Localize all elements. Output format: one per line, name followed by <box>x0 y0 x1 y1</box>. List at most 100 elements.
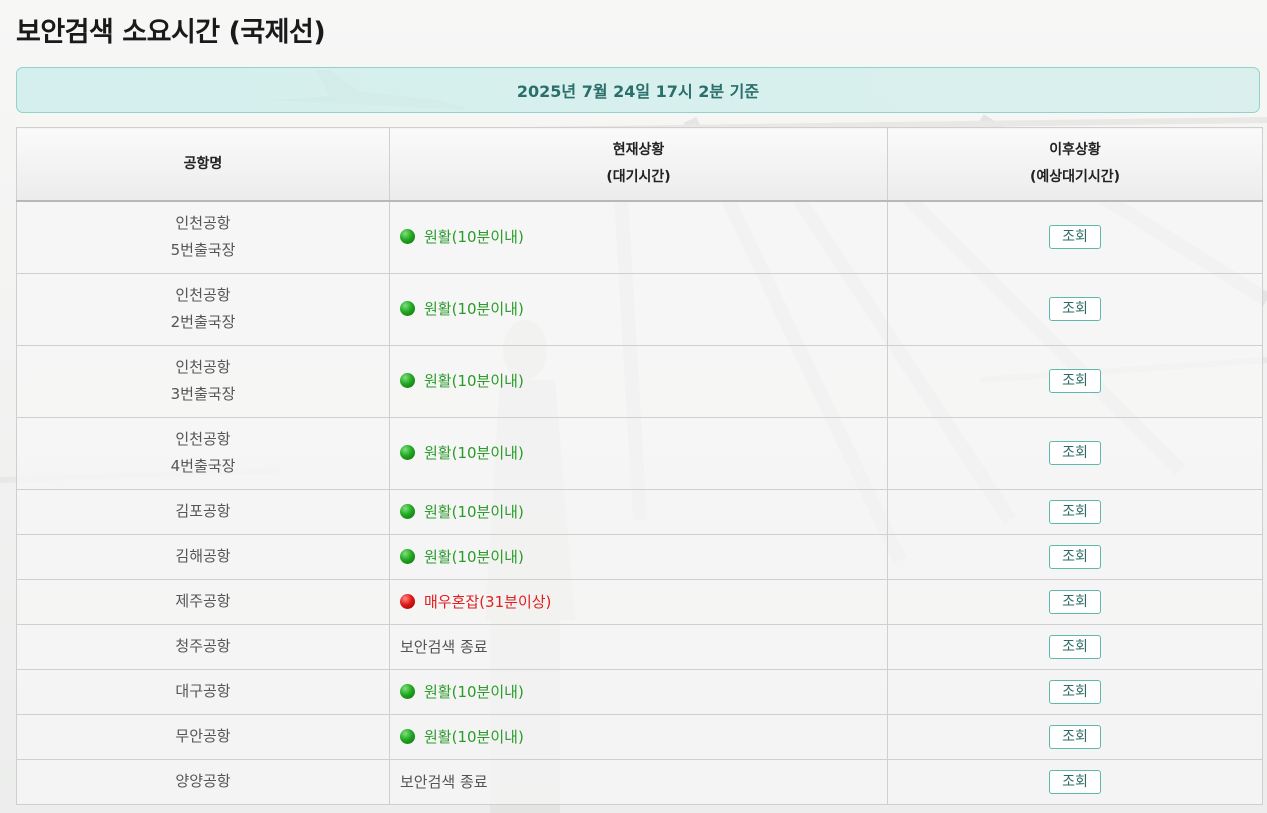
table-header-row: 공항명 현재상황 (대기시간) 이후상황 (예상대기시간) <box>16 127 1263 202</box>
status-text: 원활(10분이내) <box>424 682 524 701</box>
lookup-button[interactable]: 조회 <box>1049 544 1101 569</box>
forecast-cell: 조회 <box>887 533 1263 580</box>
current-status-cell: 원활(10분이내) <box>389 272 888 346</box>
status-text: 원활(10분이내) <box>424 228 524 247</box>
airport-name: 인천공항 <box>175 214 231 233</box>
table-row: 인천공항 3번출국장 원활(10분이내) 조회 <box>16 344 1263 418</box>
table-row: 인천공항 2번출국장 원활(10분이내) 조회 <box>16 272 1263 346</box>
green-status-dot-icon <box>400 229 415 245</box>
airport-name-cell: 무안공항 <box>16 713 390 760</box>
forecast-cell: 조회 <box>887 758 1263 805</box>
forecast-cell: 조회 <box>887 668 1263 715</box>
forecast-cell: 조회 <box>887 713 1263 760</box>
current-status-cell: 원활(10분이내) <box>389 416 888 490</box>
status-text: 원활(10분이내) <box>424 547 524 566</box>
green-status-dot-icon <box>400 728 415 744</box>
current-status-cell: 원활(10분이내) <box>389 488 888 535</box>
airport-name: 양양공항 <box>175 772 231 790</box>
airport-name: 제주공항 <box>175 592 231 610</box>
status-text: 매우혼잡(31분이상) <box>424 592 552 611</box>
airport-name: 무안공항 <box>175 727 231 745</box>
status-text: 원활(10분이내) <box>424 502 524 521</box>
airport-name: 청주공항 <box>175 637 231 655</box>
green-status-dot-icon <box>400 548 415 564</box>
airport-name-cell: 인천공항 4번출국장 <box>16 416 390 490</box>
lookup-button[interactable]: 조회 <box>1049 724 1101 749</box>
forecast-cell: 조회 <box>887 623 1263 670</box>
airport-name: 김포공항 <box>175 502 231 520</box>
security-wait-table: 공항명 현재상황 (대기시간) 이후상황 (예상대기시간) 인천공항 5번출국장… <box>16 127 1263 805</box>
status-text: 보안검색 종료 <box>400 773 488 791</box>
lookup-button[interactable]: 조회 <box>1049 369 1101 393</box>
table-row: 무안공항 원활(10분이내) 조회 <box>16 713 1263 760</box>
lookup-button[interactable]: 조회 <box>1049 589 1101 614</box>
current-status-cell: 원활(10분이내) <box>389 713 888 760</box>
header-later-status: 이후상황 (예상대기시간) <box>887 127 1263 202</box>
table-row: 인천공항 4번출국장 원활(10분이내) 조회 <box>16 416 1263 490</box>
header-airport: 공항명 <box>16 127 390 202</box>
current-status-cell: 매우혼잡(31분이상) <box>389 578 888 625</box>
airport-name-cell: 양양공항 <box>16 758 390 805</box>
lookup-button[interactable]: 조회 <box>1049 441 1101 465</box>
table-row: 대구공항 원활(10분이내) 조회 <box>16 668 1263 715</box>
forecast-cell: 조회 <box>887 578 1263 625</box>
lookup-button[interactable]: 조회 <box>1049 499 1101 524</box>
table-row: 김포공항 원활(10분이내) 조회 <box>16 488 1263 535</box>
airport-name: 인천공항 <box>175 286 231 304</box>
current-status-cell: 보안검색 종료 <box>389 758 888 805</box>
green-status-dot-icon <box>400 503 415 519</box>
timestamp-text: 2025년 7월 24일 17시 2분 기준 <box>516 82 760 101</box>
green-status-dot-icon <box>400 683 415 699</box>
forecast-cell: 조회 <box>887 272 1263 346</box>
header-later-label: 이후상황 <box>1049 142 1101 158</box>
table-row: 청주공항 보안검색 종료 조회 <box>16 623 1263 670</box>
airport-name: 인천공항 <box>175 358 231 376</box>
forecast-cell: 조회 <box>887 344 1263 418</box>
table-row: 김해공항 원활(10분이내) 조회 <box>16 533 1263 580</box>
page-title: 보안검색 소요시간 (국제선) <box>16 17 326 48</box>
lookup-button[interactable]: 조회 <box>1049 679 1101 704</box>
lookup-button[interactable]: 조회 <box>1049 225 1101 250</box>
header-current-status: 현재상황 (대기시간) <box>389 127 888 202</box>
current-status-cell: 원활(10분이내) <box>389 200 888 274</box>
terminal-name: 4번출국장 <box>170 457 236 475</box>
current-status-cell: 원활(10분이내) <box>389 668 888 715</box>
status-text: 원활(10분이내) <box>424 300 524 318</box>
lookup-button[interactable]: 조회 <box>1049 634 1101 659</box>
terminal-name: 5번출국장 <box>170 241 236 260</box>
airport-name-cell: 인천공항 3번출국장 <box>16 344 390 418</box>
header-airport-label: 공항명 <box>183 155 223 172</box>
green-status-dot-icon <box>400 445 415 460</box>
airport-name-cell: 인천공항 2번출국장 <box>16 272 390 346</box>
green-status-dot-icon <box>400 373 415 388</box>
airport-name-cell: 김포공항 <box>16 488 390 535</box>
terminal-name: 2번출국장 <box>170 313 236 331</box>
lookup-button[interactable]: 조회 <box>1049 297 1101 321</box>
airport-name: 김해공항 <box>175 547 231 565</box>
current-status-cell: 원활(10분이내) <box>389 344 888 418</box>
current-status-cell: 보안검색 종료 <box>389 623 888 670</box>
table-row: 제주공항 매우혼잡(31분이상) 조회 <box>16 578 1263 625</box>
forecast-cell: 조회 <box>887 200 1263 274</box>
status-text: 원활(10분이내) <box>424 444 524 462</box>
terminal-name: 3번출국장 <box>170 385 236 403</box>
header-later-sublabel: (예상대기시간) <box>1029 169 1121 185</box>
forecast-cell: 조회 <box>887 488 1263 535</box>
timestamp-banner: 2025년 7월 24일 17시 2분 기준 <box>16 67 1260 113</box>
green-status-dot-icon <box>400 301 415 316</box>
airport-name-cell: 인천공항 5번출국장 <box>16 200 390 274</box>
airport-name: 인천공항 <box>175 430 231 448</box>
table-row: 인천공항 5번출국장 원활(10분이내) 조회 <box>16 200 1263 274</box>
airport-name-cell: 김해공항 <box>16 533 390 580</box>
airport-name-cell: 대구공항 <box>16 668 390 715</box>
red-status-dot-icon <box>400 593 415 609</box>
status-text: 보안검색 종료 <box>400 638 488 656</box>
table-row: 양양공항 보안검색 종료 조회 <box>16 758 1263 805</box>
header-current-sublabel: (대기시간) <box>606 169 671 185</box>
lookup-button[interactable]: 조회 <box>1049 769 1101 794</box>
airport-name-cell: 제주공항 <box>16 578 390 625</box>
status-text: 원활(10분이내) <box>424 372 524 390</box>
airport-name-cell: 청주공항 <box>16 623 390 670</box>
header-current-label: 현재상황 <box>612 142 665 158</box>
airport-name: 대구공항 <box>175 682 231 700</box>
